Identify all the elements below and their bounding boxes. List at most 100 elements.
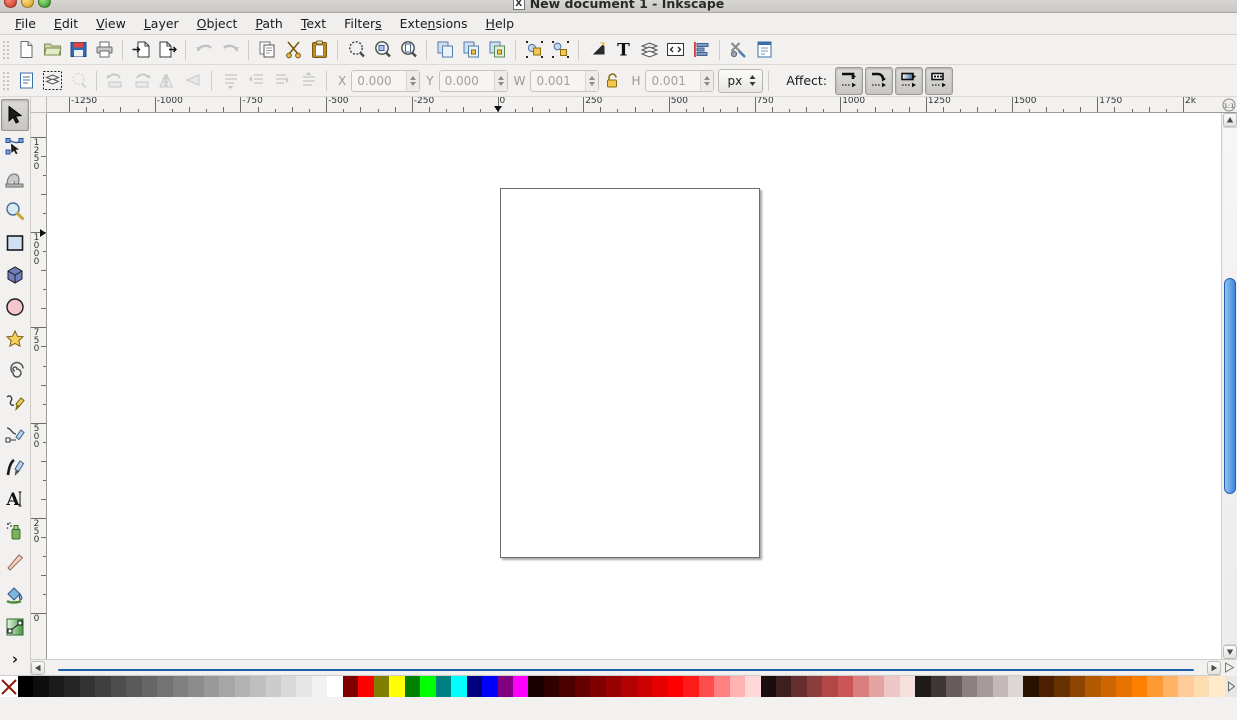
palette-swatch[interactable]: [435, 676, 452, 697]
palette-swatch[interactable]: [33, 676, 49, 697]
node-tool[interactable]: [1, 131, 29, 163]
palette-swatch[interactable]: [822, 676, 838, 697]
zoom-drawing-icon[interactable]: [369, 37, 395, 63]
lock-ratio-icon[interactable]: [599, 68, 625, 94]
vertical-scrollbar[interactable]: [1221, 113, 1237, 659]
palette-swatch[interactable]: [1008, 676, 1024, 697]
selector-tool[interactable]: [1, 99, 29, 131]
group-icon[interactable]: [521, 37, 547, 63]
cut-icon[interactable]: [280, 37, 306, 63]
bezier-tool[interactable]: [1, 419, 29, 451]
scroll-left-button[interactable]: [31, 660, 45, 675]
palette-swatch[interactable]: [1116, 676, 1132, 697]
palette-swatch[interactable]: [714, 676, 730, 697]
flip-horizontal-icon[interactable]: [154, 68, 180, 94]
select-all-icon[interactable]: [13, 68, 39, 94]
affect-rounded-corners-icon[interactable]: [865, 66, 894, 95]
palette-swatch[interactable]: [806, 676, 823, 697]
palette-swatch[interactable]: [590, 676, 606, 697]
palette-swatch[interactable]: [605, 676, 622, 697]
vertical-scroll-trough[interactable]: [1222, 127, 1237, 645]
pencil-tool[interactable]: [1, 387, 29, 419]
ellipse-tool[interactable]: [1, 291, 29, 323]
open-document-icon[interactable]: [39, 37, 65, 63]
import-icon[interactable]: [128, 37, 154, 63]
unlink-clone-icon[interactable]: [484, 37, 510, 63]
menu-layer[interactable]: Layer: [135, 13, 188, 34]
palette-swatch[interactable]: [1100, 676, 1117, 697]
palette-swatch[interactable]: [234, 676, 251, 697]
palette-swatch[interactable]: [1069, 676, 1086, 697]
gradient-tool[interactable]: [1, 611, 29, 643]
palette-swatch[interactable]: [853, 676, 869, 697]
palette-scroll-right-icon[interactable]: [1225, 676, 1237, 697]
zoom-1-to-1-icon[interactable]: 1:1: [1221, 97, 1237, 113]
zoom-selection-icon[interactable]: [343, 37, 369, 63]
palette-swatch[interactable]: [79, 676, 96, 697]
palette-swatch[interactable]: [791, 676, 807, 697]
palette-swatch[interactable]: [528, 676, 544, 697]
menu-path[interactable]: Path: [246, 13, 291, 34]
width-field[interactable]: [530, 69, 600, 92]
palette-swatch[interactable]: [543, 676, 560, 697]
menu-file[interactable]: File: [6, 13, 45, 34]
palette-swatch[interactable]: [311, 676, 328, 697]
preferences-icon[interactable]: [725, 37, 751, 63]
palette-swatch[interactable]: [745, 676, 761, 697]
duplicate-icon[interactable]: [432, 37, 458, 63]
palette-swatch[interactable]: [667, 676, 684, 697]
palette-swatch[interactable]: [775, 676, 792, 697]
palette-swatch[interactable]: [373, 676, 390, 697]
palette-swatch[interactable]: [1147, 676, 1163, 697]
spiral-tool[interactable]: [1, 355, 29, 387]
palette-swatch[interactable]: [1085, 676, 1101, 697]
palette-swatch[interactable]: [188, 676, 204, 697]
box3d-tool[interactable]: [1, 259, 29, 291]
palette-swatch[interactable]: [95, 676, 111, 697]
menu-filters[interactable]: Filters: [335, 13, 390, 34]
vertical-ruler[interactable]: 1250 1000 750 500 250 0: [31, 113, 47, 659]
y-field-steppers[interactable]: [493, 70, 507, 91]
palette-swatch[interactable]: [559, 676, 575, 697]
menu-edit[interactable]: Edit: [45, 13, 87, 34]
palette-swatch[interactable]: [389, 676, 405, 697]
palette-swatch[interactable]: [250, 676, 266, 697]
palette-swatch[interactable]: [219, 676, 235, 697]
palette-swatch[interactable]: [342, 676, 359, 697]
palette-swatch[interactable]: [126, 676, 142, 697]
sticky-zoom-toggle[interactable]: [1221, 659, 1237, 676]
drawing-canvas[interactable]: [47, 113, 1221, 659]
palette-swatch[interactable]: [265, 676, 281, 697]
ungroup-icon[interactable]: [547, 37, 573, 63]
palette-swatch[interactable]: [1023, 676, 1039, 697]
palette-swatch[interactable]: [141, 676, 158, 697]
star-tool[interactable]: [1, 323, 29, 355]
redo-icon[interactable]: [217, 37, 243, 63]
xml-editor-icon[interactable]: [662, 37, 688, 63]
palette-swatch[interactable]: [652, 676, 668, 697]
palette-none-swatch[interactable]: [0, 676, 18, 697]
height-field-input[interactable]: [646, 70, 701, 91]
zoom-tool[interactable]: [1, 195, 29, 227]
palette-swatch[interactable]: [1038, 676, 1055, 697]
clone-icon[interactable]: [458, 37, 484, 63]
palette-swatch[interactable]: [18, 676, 34, 697]
palette-swatches[interactable]: [18, 676, 1225, 697]
lower-to-bottom-icon[interactable]: [295, 68, 321, 94]
rotate-cw-icon[interactable]: [128, 68, 154, 94]
menu-object[interactable]: Object: [188, 13, 247, 34]
palette-swatch[interactable]: [1209, 676, 1225, 697]
align-distribute-icon[interactable]: [688, 37, 714, 63]
scroll-right-button[interactable]: [1207, 660, 1221, 675]
menu-help[interactable]: Help: [477, 13, 524, 34]
palette-swatch[interactable]: [1131, 676, 1148, 697]
fill-stroke-icon[interactable]: [584, 37, 610, 63]
height-field[interactable]: [645, 69, 715, 92]
palette-swatch[interactable]: [110, 676, 127, 697]
print-document-icon[interactable]: [91, 37, 117, 63]
palette-swatch[interactable]: [157, 676, 173, 697]
units-select[interactable]: px: [718, 68, 764, 93]
scroll-down-button[interactable]: [1222, 645, 1237, 659]
height-field-steppers[interactable]: [700, 70, 714, 91]
tool-palette-overflow[interactable]: ›: [1, 643, 29, 675]
